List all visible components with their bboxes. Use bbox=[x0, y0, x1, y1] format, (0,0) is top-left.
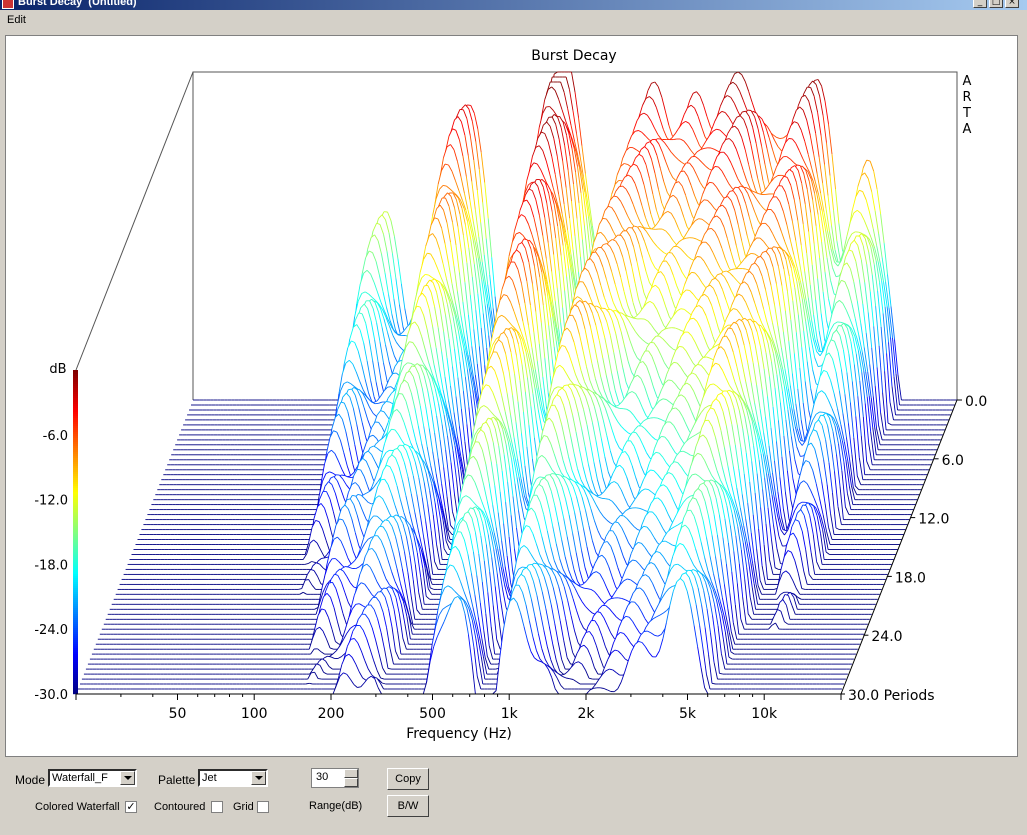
slice-segment bbox=[709, 181, 713, 184]
slice-segment bbox=[686, 237, 690, 239]
menu-edit[interactable]: Edit bbox=[7, 14, 26, 26]
watermark: ARTA bbox=[962, 74, 972, 137]
waterfall-slices bbox=[76, 71, 957, 695]
slice-segment bbox=[729, 190, 734, 192]
plot-area: Burst Decay ARTA dB -6.0 -12.0 -18.0 -24.0-… bbox=[5, 35, 1018, 757]
slice-segment bbox=[634, 317, 638, 320]
slice-segment bbox=[751, 252, 755, 255]
slice-segment bbox=[796, 164, 801, 167]
window-title: Burst Decay (Untitled) bbox=[18, 0, 137, 8]
slice-segment bbox=[698, 218, 703, 220]
minimize-button[interactable]: _ bbox=[973, 0, 987, 8]
slice-segment bbox=[735, 186, 739, 189]
chart-title: Burst Decay bbox=[531, 48, 616, 64]
close-button[interactable]: × bbox=[1005, 0, 1019, 8]
slice-segment bbox=[856, 235, 860, 237]
maximize-button[interactable]: □ bbox=[989, 0, 1003, 8]
slice-segment bbox=[838, 325, 842, 327]
slice-segment bbox=[398, 334, 402, 337]
slice-segment bbox=[807, 86, 811, 89]
slice-segment bbox=[592, 251, 596, 254]
side-edge bbox=[75, 71, 194, 371]
slice-segment bbox=[686, 289, 690, 291]
watermark-letter: R bbox=[962, 90, 971, 105]
slice-segment bbox=[703, 199, 708, 201]
watermark-letter: A bbox=[963, 122, 972, 137]
slice-segment bbox=[818, 350, 823, 353]
slice-segment bbox=[467, 104, 471, 106]
title-bar: Burst Decay (Untitled) _ □ × bbox=[0, 0, 1027, 10]
watermark-letter: T bbox=[962, 106, 971, 121]
watermark-letter: A bbox=[963, 74, 972, 89]
app-icon bbox=[2, 0, 14, 9]
slice-segment bbox=[731, 268, 736, 270]
slice-segment bbox=[697, 256, 701, 258]
slice-segment bbox=[602, 217, 607, 220]
slice-segment bbox=[348, 388, 352, 391]
slice-segment bbox=[424, 284, 428, 287]
slice-segment bbox=[387, 386, 392, 388]
slice-segment bbox=[767, 247, 772, 250]
slice-segment bbox=[619, 185, 623, 188]
slice-segment bbox=[673, 138, 677, 141]
menu-bar: Edit bbox=[0, 10, 1027, 30]
slice-segment bbox=[703, 147, 708, 149]
waterfall-chart: Burst Decay ARTA dB -6.0-12.0-18.0-24.0-… bbox=[34, 48, 987, 742]
